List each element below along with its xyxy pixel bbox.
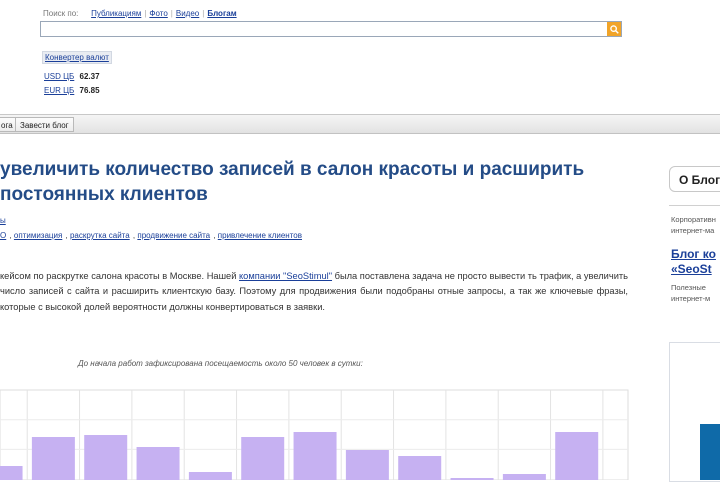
currency-code-eur[interactable]: EUR ЦБ — [44, 86, 74, 95]
chart-bar — [502, 474, 546, 480]
search-scope-row: Поиск по: Публикациям | Фото | Видео | Блогам — [43, 9, 237, 18]
article-tags: О , оптимизация , раскрутка сайта , прод… — [0, 231, 302, 240]
sidebar-desc-line: Полезные — [671, 283, 706, 292]
chart-bar — [398, 456, 442, 480]
currency-rate-eur: EUR ЦБ 76.85 — [44, 86, 100, 95]
tab-create-blog[interactable]: Завести блог — [15, 117, 74, 132]
chart-bar — [0, 466, 23, 480]
chart-caption: До начала работ зафиксирована посещаемос… — [78, 359, 363, 368]
article-body: кейсом по раскрутке салона красоты в Мос… — [0, 269, 628, 315]
sidebar-blog-title[interactable]: Блог ко — [671, 247, 716, 262]
traffic-bar-chart — [0, 389, 629, 480]
search-scope-label: Поиск по: — [43, 9, 79, 18]
chart-bar — [84, 435, 128, 480]
currency-value-usd: 62.37 — [79, 72, 100, 81]
chart-bar — [293, 432, 337, 480]
chart-bar — [31, 437, 75, 480]
currency-value-eur: 76.85 — [79, 86, 100, 95]
tag-link[interactable]: раскрутка сайта — [70, 231, 130, 240]
sidebar-desc-line: интернет-ма — [671, 226, 715, 235]
search-tab-photo[interactable]: Фото — [149, 9, 167, 18]
article-category-link[interactable]: ы — [0, 216, 6, 225]
blog-nav-bar: ога Завести блог — [0, 114, 720, 134]
search-icon — [609, 24, 619, 34]
sidebar-blog-title[interactable]: «SeoSt — [671, 262, 712, 277]
tag-link[interactable]: оптимизация — [14, 231, 62, 240]
currency-converter-button[interactable]: Конвертер валют — [42, 51, 112, 64]
about-blog-tab[interactable]: О Блог — [669, 166, 720, 192]
sidebar-desc-line: интернет-м — [671, 294, 711, 303]
search-tab-blogs[interactable]: Блогам — [207, 9, 236, 18]
company-link[interactable]: компании "SeoStimul" — [239, 271, 332, 281]
chart-bar — [345, 450, 389, 480]
chart-bar — [136, 447, 180, 480]
search-button[interactable] — [607, 22, 621, 36]
tag-link[interactable]: привлечение клиентов — [218, 231, 302, 240]
article-title: увеличить количество записей в салон кра… — [0, 159, 585, 205]
chart-bar — [241, 437, 285, 480]
chart-bar — [555, 432, 599, 480]
currency-rate-usd: USD ЦБ 62.37 — [44, 72, 100, 81]
search-tab-video[interactable]: Видео — [176, 9, 199, 18]
sidebar-desc-line: Корпоративн — [671, 215, 716, 224]
chart-bar — [188, 472, 232, 480]
body-text-part1: кейсом по раскрутке салона красоты в Мос… — [0, 271, 239, 281]
search-tab-publications[interactable]: Публикациям — [91, 9, 141, 18]
currency-code-usd[interactable]: USD ЦБ — [44, 72, 74, 81]
sidebar-banner-image — [700, 424, 720, 480]
search-input[interactable] — [40, 21, 622, 37]
tag-link[interactable]: О — [0, 231, 6, 240]
tag-link[interactable]: продвижение сайта — [137, 231, 210, 240]
sidebar-divider — [669, 205, 720, 206]
